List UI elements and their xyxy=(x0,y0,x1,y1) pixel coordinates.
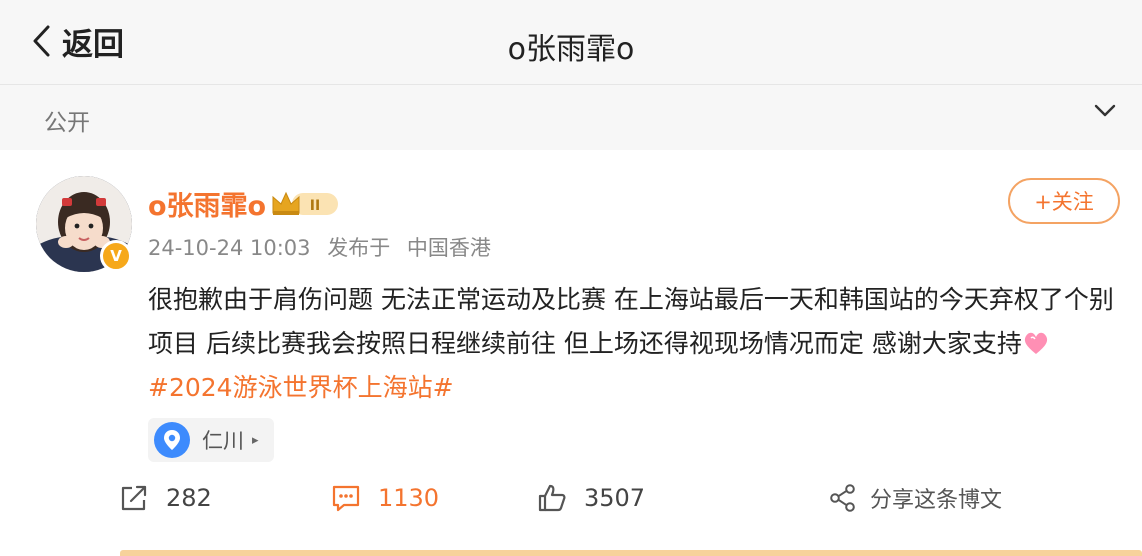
thumbs-up-icon xyxy=(538,484,566,512)
post-published-from: 发布于 xyxy=(327,236,391,260)
next-card-edge xyxy=(120,550,1142,556)
action-bar: 282 1130 3507 分享这条博文 xyxy=(0,478,1142,522)
post-meta: 24-10-24 10:03 发布于 中国香港 xyxy=(148,232,491,262)
comment-count: 1130 xyxy=(378,484,440,512)
share-label: 分享这条博文 xyxy=(870,488,1003,513)
crown-icon: II xyxy=(272,191,338,215)
vip-level-label: II xyxy=(310,198,320,214)
post-body: 很抱歉由于肩伤问题 无法正常运动及比赛 在上海站最后一天和韩国站的今天弃权了个别… xyxy=(148,278,1128,410)
page-title: o张雨霏o xyxy=(507,32,635,67)
top-bar: 返回 o张雨霏o xyxy=(0,0,1142,84)
visibility-row[interactable]: 公开 xyxy=(0,85,1142,149)
heart-icon xyxy=(1024,332,1047,354)
repost-count: 282 xyxy=(166,484,212,512)
post-text: 很抱歉由于肩伤问题 无法正常运动及比赛 在上海站最后一天和韩国站的今天弃权了个别… xyxy=(148,285,1114,358)
post-region: 中国香港 xyxy=(406,236,491,260)
visibility-label: 公开 xyxy=(44,110,90,136)
post-username[interactable]: o张雨霏o xyxy=(148,184,266,223)
post-timestamp: 24-10-24 10:03 xyxy=(148,236,311,260)
comment-icon xyxy=(332,485,360,512)
like-count: 3507 xyxy=(584,484,646,512)
follow-button[interactable]: +关注 xyxy=(1008,178,1120,224)
location-caret: ▸ xyxy=(252,432,259,448)
share-button[interactable]: 分享这条博文 xyxy=(828,478,1002,518)
hashtag-link[interactable]: #2024游泳世界杯上海站# xyxy=(148,373,454,402)
repost-icon xyxy=(121,485,147,511)
chevron-down-icon[interactable] xyxy=(1094,104,1116,118)
location-tag[interactable]: 仁川 ▸ xyxy=(148,418,274,462)
comment-button[interactable]: 1130 xyxy=(330,478,439,518)
share-icon xyxy=(830,484,855,512)
like-button[interactable]: 3507 xyxy=(536,478,645,518)
location-pin-icon xyxy=(154,422,190,458)
repost-button[interactable]: 282 xyxy=(118,478,212,518)
verified-badge: V xyxy=(100,240,132,272)
location-name: 仁川 xyxy=(202,429,244,453)
